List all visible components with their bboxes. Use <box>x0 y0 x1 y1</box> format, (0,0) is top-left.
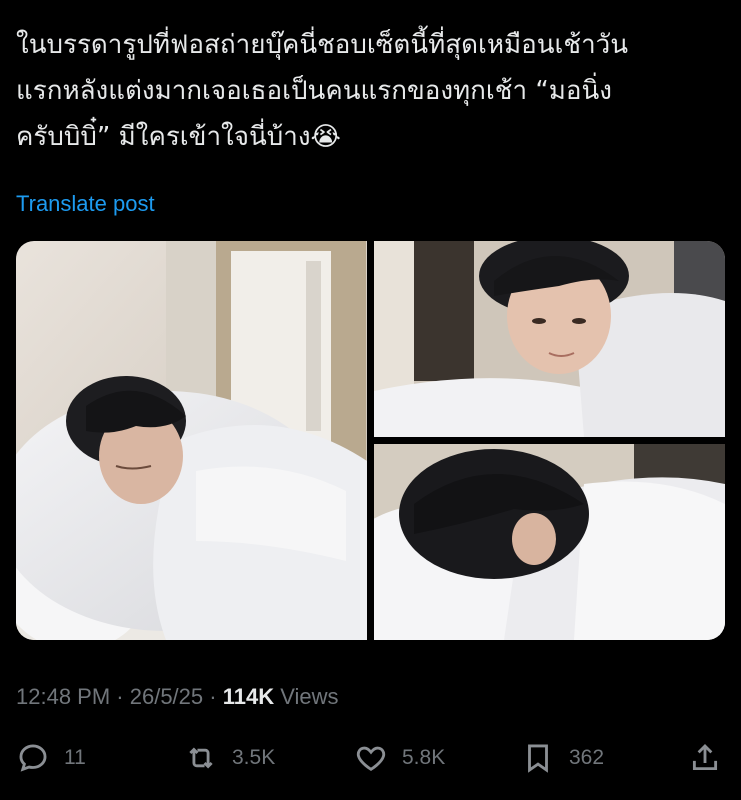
photo-1[interactable] <box>16 241 367 640</box>
repost-button[interactable]: 3.5K <box>184 740 275 776</box>
post-text-line-3: ครับบิบิ๋” มีใครเข้าใจนี่บ้าง😭 <box>16 122 341 152</box>
bookmark-button[interactable]: 362 <box>521 740 604 776</box>
views-count: 114K <box>222 684 275 709</box>
views-label: Views <box>274 684 339 709</box>
heart-icon <box>356 746 386 771</box>
photo-person-lying-in-bed-icon <box>16 241 367 640</box>
photo-person-face-in-pillow-icon <box>374 444 725 640</box>
post-meta: 12:48 PM · 26/5/25 · 114K Views <box>16 684 339 710</box>
share-icon <box>692 743 718 771</box>
post-text-line-1: ในบรรดารูปที่ฟอสถ่ายบุ๊คนี่ชอบเซ็ตนี้ที่… <box>16 30 629 60</box>
reply-icon <box>19 744 47 772</box>
post-text-line-2: แรกหลังแต่งมากเจอเธอเป็นคนแรกของทุกเช้า … <box>16 76 613 106</box>
post-text: ในบรรดารูปที่ฟอสถ่ายบุ๊คนี่ชอบเซ็ตนี้ที่… <box>16 22 728 160</box>
post-date[interactable]: 26/5/25 <box>130 684 203 709</box>
like-button[interactable]: 5.8K <box>354 740 445 776</box>
repost-count: 3.5K <box>232 746 276 769</box>
meta-separator: · <box>110 684 130 709</box>
media-grid <box>16 241 725 640</box>
bookmark-count: 362 <box>569 746 605 769</box>
photo-2[interactable] <box>374 241 725 437</box>
meta-separator-2: · <box>203 684 223 709</box>
reply-count: 11 <box>64 746 86 769</box>
photo-person-leaning-on-bed-icon <box>374 241 725 437</box>
like-count: 5.8K <box>402 746 446 769</box>
repost-icon <box>189 747 213 769</box>
share-button[interactable] <box>688 740 722 776</box>
translate-post-link[interactable]: Translate post <box>16 191 155 217</box>
photo-3[interactable] <box>374 444 725 640</box>
bookmark-icon <box>528 744 548 773</box>
action-bar: 11 3.5K 5.8K 362 <box>16 740 728 780</box>
reply-button[interactable]: 11 <box>16 740 86 776</box>
post-time[interactable]: 12:48 PM <box>16 684 110 709</box>
